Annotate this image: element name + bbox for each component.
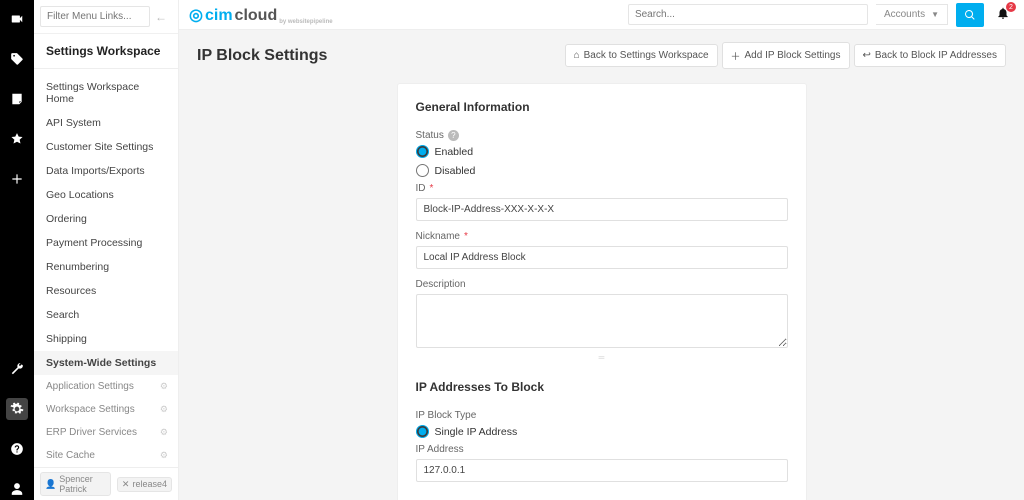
sidebar-item-label: API System: [46, 117, 101, 129]
sidebar-item-label: Settings Workspace Home: [46, 81, 168, 105]
sidebar-item-label: Shipping: [46, 333, 87, 345]
sidebar-item-workspace-settings[interactable]: Workspace Settings ⚙: [34, 398, 178, 421]
sidebar-item-settings-workspace-home[interactable]: Settings Workspace Home: [34, 75, 178, 111]
global-search-input[interactable]: [628, 4, 868, 25]
id-input[interactable]: [416, 198, 788, 221]
sidebar-item-ordering[interactable]: Ordering: [34, 207, 178, 231]
sidebar-item-label: Search: [46, 309, 79, 321]
settings-gear-icon: ⚙: [160, 427, 168, 438]
page-header: IP Block Settings ⌂ Back to Settings Wor…: [197, 42, 1006, 69]
general-info-heading: General Information: [416, 100, 788, 114]
sidebar-item-label: Payment Processing: [46, 237, 142, 249]
sidebar-item-shipping[interactable]: Shipping: [34, 327, 178, 351]
sidebar-item-label: Application Settings: [46, 381, 134, 392]
blocktype-label: IP Block Type: [416, 410, 477, 421]
sidebar-item-label: Workspace Settings: [46, 404, 135, 415]
description-label: Description: [416, 279, 466, 290]
notifications-bell[interactable]: 2: [992, 6, 1014, 23]
footer-user-badge[interactable]: 👤 Spencer Patrick: [40, 472, 111, 496]
status-label: Status: [416, 130, 444, 141]
page-title: IP Block Settings: [197, 47, 327, 65]
status-help-icon[interactable]: ?: [448, 130, 459, 141]
status-enabled-option[interactable]: Enabled: [416, 145, 788, 158]
blocktype-single-option[interactable]: Single IP Address: [416, 425, 788, 438]
reply-icon: ↩: [863, 50, 871, 61]
sidebar-item-data-imports-exports[interactable]: Data Imports/Exports: [34, 159, 178, 183]
star-icon[interactable]: [6, 128, 28, 150]
sidebar-item-search[interactable]: Search: [34, 303, 178, 327]
sidebar-title: Settings Workspace: [34, 34, 178, 69]
back-to-block-ip-button[interactable]: ↩ Back to Block IP Addresses: [854, 44, 1007, 67]
sidebar-item-resources[interactable]: Resources: [34, 279, 178, 303]
settings-gear-icon: ⚙: [160, 381, 168, 392]
sidebar-item-application-settings[interactable]: Application Settings ⚙: [34, 375, 178, 398]
sidebar-item-api-system[interactable]: API System: [34, 111, 178, 135]
help-icon[interactable]: [6, 438, 28, 460]
sidebar-item-label: Ordering: [46, 213, 87, 225]
sidebar-item-site-cache[interactable]: Site Cache ⚙: [34, 444, 178, 467]
sidebar-menu: Settings Workspace Home API System Custome…: [34, 69, 178, 467]
add-ip-block-button[interactable]: ＋ Add IP Block Settings: [722, 42, 850, 69]
sidebar-item-label: System-Wide Settings: [46, 357, 156, 369]
back-to-workspace-button[interactable]: ⌂ Back to Settings Workspace: [565, 44, 718, 67]
blocktype-single-radio[interactable]: [416, 425, 429, 438]
sidebar: ← Settings Workspace Settings Workspace …: [34, 0, 179, 500]
sidebar-item-label: Resources: [46, 285, 96, 297]
ipaddress-input[interactable]: [416, 459, 788, 482]
sidebar-item-renumbering[interactable]: Renumbering: [34, 255, 178, 279]
home-icon: ⌂: [574, 50, 580, 61]
search-button[interactable]: [956, 3, 984, 27]
nickname-label: Nickname: [416, 231, 460, 242]
logo-swirl-icon: ◎: [189, 5, 203, 25]
tag-icon[interactable]: [6, 48, 28, 70]
sidebar-item-erp-driver-services[interactable]: ERP Driver Services ⚙: [34, 421, 178, 444]
sidebar-back-arrow[interactable]: ←: [150, 10, 172, 24]
sidebar-item-payment-processing[interactable]: Payment Processing: [34, 231, 178, 255]
sidebar-filter-input[interactable]: [40, 6, 150, 27]
logo[interactable]: ◎ cimcloud by websitepipeline: [189, 5, 333, 25]
sidebar-item-geo-locations[interactable]: Geo Locations: [34, 183, 178, 207]
plus-icon: ＋: [731, 48, 741, 63]
id-label: ID: [416, 183, 426, 194]
status-disabled-radio[interactable]: [416, 164, 429, 177]
sidebar-item-label: Customer Site Settings: [46, 141, 153, 153]
wrench-icon[interactable]: [6, 358, 28, 380]
user-icon[interactable]: [6, 478, 28, 500]
status-disabled-option[interactable]: Disabled: [416, 164, 788, 177]
settings-gear-icon: ⚙: [160, 450, 168, 461]
content-area: IP Block Settings ⌂ Back to Settings Wor…: [179, 30, 1024, 500]
resize-handle-icon: ═: [416, 353, 788, 362]
settings-gear-icon: ⚙: [160, 404, 168, 415]
sidebar-footer: 👤 Spencer Patrick ✕ release4: [34, 467, 178, 500]
sidebar-item-label: Data Imports/Exports: [46, 165, 145, 177]
main: ◎ cimcloud by websitepipeline Accounts▼ …: [179, 0, 1024, 500]
sidebar-item-system-wide-settings[interactable]: System-Wide Settings: [34, 351, 178, 375]
camera-icon[interactable]: [6, 8, 28, 30]
ipaddress-label: IP Address: [416, 444, 464, 455]
sidebar-item-customer-site-settings[interactable]: Customer Site Settings: [34, 135, 178, 159]
topbar: ◎ cimcloud by websitepipeline Accounts▼ …: [179, 0, 1024, 30]
accounts-dropdown[interactable]: Accounts▼: [876, 4, 948, 25]
nickname-input[interactable]: [416, 246, 788, 269]
plus-icon[interactable]: [6, 168, 28, 190]
footer-release-badge[interactable]: ✕ release4: [117, 477, 172, 492]
settings-card: General Information Status? Enabled Disa…: [397, 83, 807, 500]
status-enabled-radio[interactable]: [416, 145, 429, 158]
sidebar-item-label: Renumbering: [46, 261, 109, 273]
description-textarea[interactable]: [416, 294, 788, 348]
sidebar-item-label: ERP Driver Services: [46, 427, 137, 438]
sidebar-item-label: Geo Locations: [46, 189, 114, 201]
notification-count-badge: 2: [1006, 2, 1016, 12]
chevron-down-icon: ▼: [931, 10, 939, 19]
sidebar-item-label: Site Cache: [46, 450, 95, 461]
note-icon[interactable]: [6, 88, 28, 110]
gear-icon[interactable]: [6, 398, 28, 420]
global-iconbar: [0, 0, 34, 500]
ip-block-heading: IP Addresses To Block: [416, 380, 788, 394]
